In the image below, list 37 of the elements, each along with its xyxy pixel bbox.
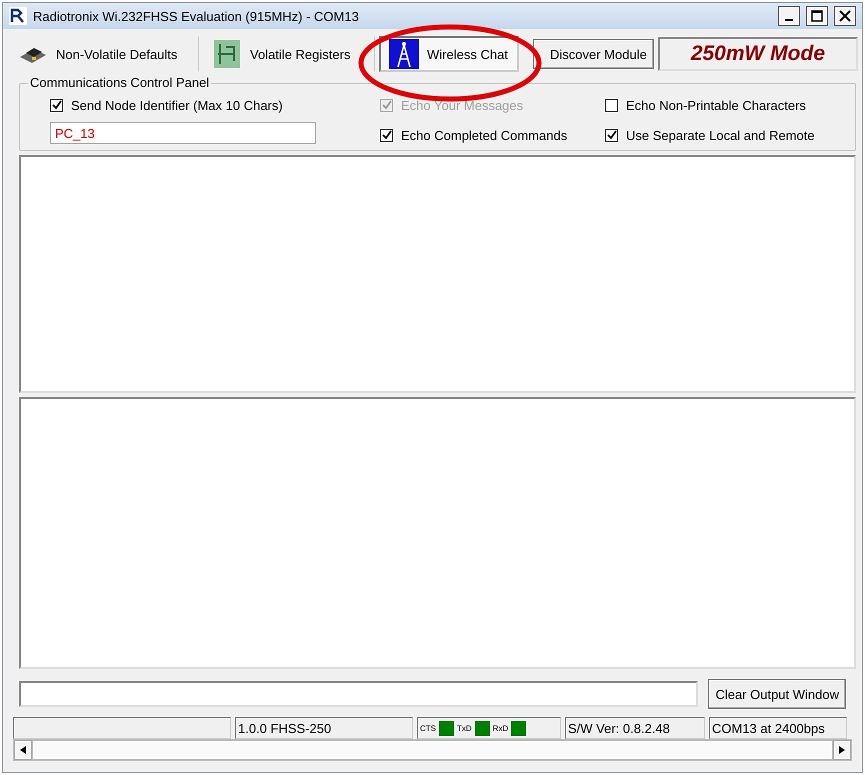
minimize-icon <box>785 19 793 21</box>
close-button[interactable] <box>834 6 856 26</box>
checkbox[interactable] <box>50 98 63 112</box>
app-logo-icon <box>9 7 27 25</box>
checkbox-label: Echo Completed Commands <box>401 128 568 142</box>
minimize-button[interactable] <box>778 6 800 26</box>
discover-module-button[interactable]: Discover Module <box>533 39 654 69</box>
maximize-button[interactable] <box>806 6 828 26</box>
close-icon <box>839 10 851 22</box>
tab[interactable]: Non-Volatile Defaults <box>9 36 199 72</box>
checkbox[interactable] <box>605 128 618 142</box>
version-text: 1.0.0 FHSS-250 <box>235 717 413 739</box>
scroll-left-icon[interactable] <box>14 740 32 760</box>
panel-title: Communications Control Panel <box>28 75 212 90</box>
tab[interactable]: Wireless Chat <box>379 36 519 72</box>
maximize-icon <box>811 10 823 22</box>
checkbox[interactable] <box>605 98 618 112</box>
radio-tower-icon <box>389 39 419 69</box>
signal-label: TxD <box>457 724 472 732</box>
software-version-text: S/W Ver: 0.8.2.48 <box>565 717 705 739</box>
checkbox-label: Use Separate Local and Remote <box>626 128 815 142</box>
checkbox[interactable] <box>380 128 393 142</box>
clear-output-button[interactable]: Clear Output Window <box>708 679 846 709</box>
mode-label: 250mW Mode <box>658 37 858 71</box>
node-id-field[interactable]: PC_13 <box>50 122 316 144</box>
checkbox-label: Send Node Identifier (Max 10 Chars) <box>71 98 283 112</box>
signal-label: RxD <box>492 724 508 732</box>
message-input[interactable] <box>19 681 698 707</box>
horizontal-scrollbar[interactable] <box>13 739 852 761</box>
signal-label: CTS <box>420 724 436 732</box>
port-text: COM13 at 2400bps <box>709 717 847 739</box>
checkbox-label: Echo Non-Printable Characters <box>626 98 806 112</box>
circuit-board-icon <box>212 39 242 69</box>
scroll-right-icon[interactable] <box>833 740 851 760</box>
window-title: Radiotronix Wi.232FHSS Evaluation (915MHz) - COM13 <box>33 8 360 24</box>
checkbox-label: Echo Your Messages <box>401 98 524 112</box>
tab[interactable]: Volatile Registers <box>203 36 375 72</box>
